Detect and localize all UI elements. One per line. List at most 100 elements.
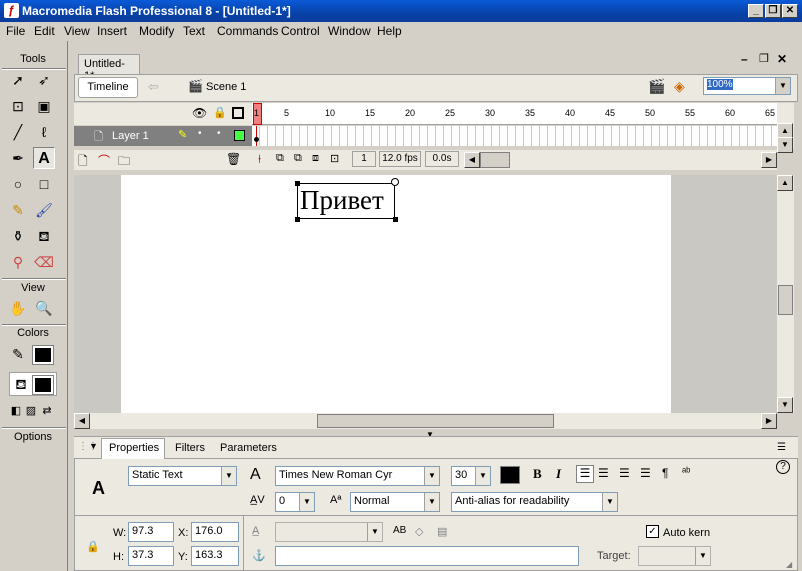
scroll-up-icon[interactable]: ▲ — [777, 175, 793, 191]
text-type-select[interactable]: Static Text ▼ — [128, 466, 237, 486]
border-icon[interactable]: ▤ — [437, 525, 447, 538]
frame-rate[interactable]: 12.0 fps — [379, 151, 421, 167]
line-tool-icon[interactable]: ╱ — [7, 121, 29, 143]
panel-toggle-icon[interactable]: ▼ — [89, 441, 98, 451]
handle-bottom-left[interactable] — [295, 217, 300, 222]
visible-dot-icon[interactable]: • — [198, 128, 202, 139]
align-center-icon[interactable]: ☰ — [598, 466, 609, 480]
paragraph-format-icon[interactable]: ¶ — [662, 466, 668, 480]
onion-skin-icon[interactable]: ⧉ — [276, 152, 284, 165]
timeline-vscroll[interactable]: ▲ ▼ — [777, 103, 794, 153]
onion-outlines-icon[interactable]: ⧉ — [294, 152, 302, 165]
gradient-transform-tool-icon[interactable]: ▣ — [33, 95, 55, 117]
height-field[interactable]: 37.3 — [128, 546, 174, 566]
font-select[interactable]: Times New Roman Cyr ▼ — [275, 466, 440, 486]
handle-top-left[interactable] — [295, 181, 300, 186]
layer-row[interactable]: 🗋 Layer 1 ✎ • • — [74, 126, 252, 146]
tab-parameters[interactable]: Parameters — [220, 442, 277, 454]
menu-commands[interactable]: Commands — [217, 24, 278, 38]
letter-spacing-field[interactable]: 0 ▼ — [275, 492, 315, 512]
stroke-color-swatch[interactable] — [32, 345, 54, 365]
text-direction-icon[interactable]: ᵃᵇ — [682, 466, 690, 478]
menu-window[interactable]: Window — [328, 24, 371, 38]
fill-color-swatch[interactable] — [32, 375, 54, 395]
text-field[interactable]: Привет — [297, 183, 395, 219]
free-transform-tool-icon[interactable]: ⊡ — [7, 95, 29, 117]
panel-menu-icon[interactable]: ☰ — [777, 442, 786, 453]
doc-minimize-icon[interactable]: – — [741, 52, 748, 66]
menu-text[interactable]: Text — [183, 24, 205, 38]
resize-grip-icon[interactable]: ◢ — [786, 560, 792, 569]
frame-row[interactable] — [252, 126, 777, 146]
tab-filters[interactable]: Filters — [175, 442, 205, 454]
back-arrow-icon[interactable]: ⇦ — [148, 79, 159, 95]
x-field[interactable]: 176.0 — [191, 522, 239, 542]
help-icon[interactable]: ? — [776, 460, 790, 474]
stage-vscroll[interactable]: ▲ ▼ — [777, 175, 794, 413]
eyedropper-tool-icon[interactable]: ⚲ — [7, 251, 29, 273]
scroll-left-icon[interactable]: ◀ — [74, 413, 90, 429]
doc-close-icon[interactable]: ✕ — [777, 52, 787, 66]
add-folder-icon[interactable]: 🗀 — [118, 152, 130, 173]
menu-view[interactable]: View — [64, 24, 90, 38]
minimize-button[interactable]: _ — [748, 4, 764, 18]
url-link-field[interactable] — [275, 546, 579, 566]
subselection-tool-icon[interactable]: ➶ — [33, 69, 55, 91]
frame-ruler[interactable]: 1 5 10 15 20 25 30 35 40 45 50 55 60 65 — [252, 103, 777, 125]
stage-vscroll-thumb[interactable] — [778, 285, 793, 315]
edit-multiple-frames-icon[interactable]: ⧈ — [312, 152, 319, 165]
timeline-button[interactable]: Timeline — [78, 77, 138, 98]
y-field[interactable]: 163.3 — [191, 546, 239, 566]
lock-proportions-icon[interactable]: 🔒 — [86, 540, 100, 553]
align-right-icon[interactable]: ☰ — [619, 466, 630, 480]
menu-help[interactable]: Help — [377, 24, 402, 38]
justify-icon[interactable]: ☰ — [640, 466, 651, 480]
ink-bottle-tool-icon[interactable]: ⚱ — [7, 225, 29, 247]
pen-tool-icon[interactable]: ✒ — [7, 147, 29, 169]
rectangle-tool-icon[interactable]: □ — [33, 173, 55, 195]
menu-control[interactable]: Control — [281, 24, 320, 38]
width-field[interactable]: 97.3 — [128, 522, 174, 542]
antialias-select[interactable]: Anti-alias for readability ▼ — [451, 492, 618, 512]
scroll-down-icon[interactable]: ▼ — [777, 397, 793, 413]
stage-hscroll-thumb[interactable] — [317, 414, 554, 428]
text-tool-icon[interactable]: A — [33, 147, 55, 169]
stage[interactable] — [121, 175, 671, 413]
handle-bottom-right[interactable] — [393, 217, 398, 222]
paint-bucket-tool-icon[interactable]: ⛾ — [33, 225, 55, 247]
menu-insert[interactable]: Insert — [97, 24, 127, 38]
close-button[interactable]: ✕ — [782, 4, 798, 18]
center-frame-icon[interactable]: ⍿ — [258, 152, 261, 167]
oval-tool-icon[interactable]: ○ — [7, 173, 29, 195]
menu-edit[interactable]: Edit — [34, 24, 55, 38]
scroll-left-icon[interactable]: ◀ — [464, 152, 480, 168]
align-left-icon[interactable]: ☰ — [576, 465, 594, 483]
outline-icon[interactable] — [232, 107, 244, 119]
font-size-field[interactable]: 30 ▼ — [451, 466, 491, 486]
auto-kern-checkbox[interactable]: ✓ — [646, 525, 659, 538]
trash-icon[interactable]: 🗑 — [226, 152, 241, 166]
char-position-select[interactable]: Normal ▼ — [350, 492, 440, 512]
eye-icon[interactable]: 👁 — [192, 106, 207, 120]
selection-tool-icon[interactable]: ➚ — [7, 69, 29, 91]
menu-file[interactable]: File — [6, 24, 25, 38]
timeline-hscroll-thumb[interactable] — [480, 152, 510, 168]
eraser-tool-icon[interactable]: ⌫ — [33, 251, 55, 273]
zoom-select[interactable]: 100% ▼ — [703, 77, 791, 95]
lock-icon[interactable]: 🔒 — [213, 106, 227, 119]
add-guide-layer-icon[interactable]: ⌒ — [98, 152, 110, 169]
text-color-swatch[interactable] — [500, 466, 520, 484]
stage-hscroll[interactable]: ◀ ▶ — [74, 413, 777, 429]
italic-icon[interactable]: I — [556, 466, 561, 482]
scroll-right-icon[interactable]: ▶ — [761, 152, 777, 168]
layer-outline-color[interactable] — [234, 130, 245, 141]
bold-icon[interactable]: B — [533, 466, 542, 482]
tab-properties[interactable]: Properties — [109, 442, 159, 454]
doc-restore-icon[interactable]: ❐ — [759, 52, 769, 65]
lock-dot-icon[interactable]: • — [217, 128, 221, 139]
menu-modify[interactable]: Modify — [139, 24, 174, 38]
scroll-down-icon[interactable]: ▼ — [777, 137, 793, 153]
swap-colors-icon[interactable]: ⇄ — [36, 400, 58, 422]
zoom-tool-icon[interactable]: 🔍 — [33, 297, 55, 319]
document-tab[interactable]: Untitled-1* — [78, 54, 140, 82]
